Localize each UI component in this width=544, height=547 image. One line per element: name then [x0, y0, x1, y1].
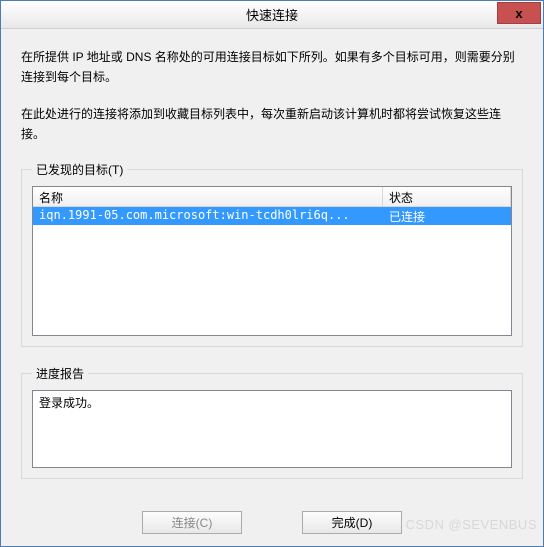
table-row[interactable]: iqn.1991-05.com.microsoft:win-tcdh0lri6q… [33, 207, 511, 225]
connect-button[interactable]: 连接(C) [142, 511, 242, 534]
cell-name: iqn.1991-05.com.microsoft:win-tcdh0lri6q… [33, 207, 383, 225]
column-header-status[interactable]: 状态 [383, 187, 511, 206]
info-paragraph-2: 在此处进行的连接将添加到收藏目标列表中，每次重新启动该计算机时都将尝试恢复这些连… [21, 104, 523, 145]
targets-list-header: 名称 状态 [33, 187, 511, 207]
progress-message: 登录成功。 [39, 396, 99, 410]
quick-connect-dialog: 快速连接 x 在所提供 IP 地址或 DNS 名称处的可用连接目标如下所列。如果… [0, 0, 544, 547]
done-button[interactable]: 完成(D) [302, 511, 402, 534]
progress-legend: 进度报告 [32, 365, 88, 382]
targets-list[interactable]: 名称 状态 iqn.1991-05.com.microsoft:win-tcdh… [32, 186, 512, 336]
discovered-targets-legend: 已发现的目标(T) [32, 161, 127, 178]
dialog-content: 在所提供 IP 地址或 DNS 名称处的可用连接目标如下所列。如果有多个目标可用… [1, 29, 543, 546]
progress-group: 进度报告 登录成功。 [21, 365, 523, 479]
button-row: 连接(C) 完成(D) [1, 511, 543, 534]
dialog-title: 快速连接 [246, 5, 298, 24]
discovered-targets-group: 已发现的目标(T) 名称 状态 iqn.1991-05.com.microsof… [21, 161, 523, 347]
close-icon: x [515, 6, 522, 21]
titlebar: 快速连接 x [1, 1, 543, 29]
close-button[interactable]: x [497, 2, 541, 24]
info-paragraph-1: 在所提供 IP 地址或 DNS 名称处的可用连接目标如下所列。如果有多个目标可用… [21, 47, 523, 88]
column-header-name[interactable]: 名称 [33, 187, 383, 206]
progress-textbox: 登录成功。 [32, 390, 512, 468]
cell-status: 已连接 [383, 207, 511, 225]
